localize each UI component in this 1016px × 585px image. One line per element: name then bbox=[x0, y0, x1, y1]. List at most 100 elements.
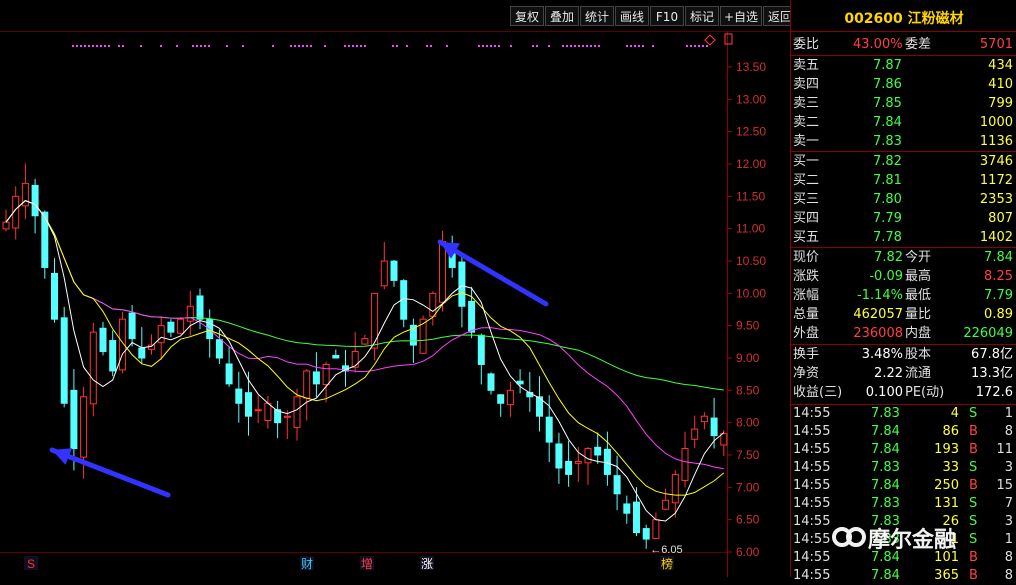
stat-row: 涨跌 -0.09 最高 8.25 bbox=[791, 267, 1016, 286]
candle-body bbox=[380, 260, 388, 287]
candle-body bbox=[623, 503, 631, 514]
sell-label: 卖四 bbox=[793, 77, 820, 92]
tick-price: 7.83 bbox=[871, 460, 900, 475]
price-tick-label: 8.00 bbox=[736, 416, 760, 430]
candle-body bbox=[215, 339, 223, 359]
event-marker-label[interactable]: 增 bbox=[361, 557, 373, 571]
weicha-label: 委差 bbox=[905, 37, 932, 52]
kline-chart[interactable]: 13.50 13.00 12.50 12.00 11.50 11.00 10.50 10.00… bbox=[0, 32, 790, 577]
event-marker-label[interactable]: S bbox=[27, 557, 35, 571]
f10-button[interactable]: F10 bbox=[650, 6, 684, 26]
stat-label: 总量 bbox=[793, 307, 820, 322]
stat-label: 最低 bbox=[905, 288, 932, 303]
candle-body bbox=[429, 292, 437, 317]
candle-body bbox=[51, 272, 58, 320]
sell-price: 7.87 bbox=[873, 58, 902, 73]
sell-label: 卖五 bbox=[793, 58, 820, 73]
tick-side: S bbox=[969, 460, 978, 475]
candle-body bbox=[89, 331, 97, 405]
weibi-row: 委比 43.00% 委差 5701 bbox=[791, 35, 1016, 54]
candle-body bbox=[293, 396, 301, 428]
mark-button[interactable]: 标记 bbox=[685, 6, 719, 26]
buy-level-row: 买三 7.80 2353 bbox=[791, 190, 1016, 209]
stat-value: 226049 bbox=[963, 326, 1013, 341]
price-tick-label: 11.00 bbox=[736, 222, 765, 236]
event-marker-label[interactable]: 榜 bbox=[661, 556, 673, 571]
tick-row: 14:55 7.84 86 B 8 bbox=[791, 423, 1016, 441]
buy-level-row: 买四 7.79 807 bbox=[791, 209, 1016, 228]
tick-side: S bbox=[969, 532, 978, 547]
price-tick-label: 12.00 bbox=[736, 157, 766, 171]
candle-body bbox=[80, 396, 88, 458]
restore-rights-button[interactable]: 复权 bbox=[510, 6, 544, 26]
event-marker-label[interactable]: 财 bbox=[301, 557, 313, 571]
price-tick-label: 10.00 bbox=[736, 286, 766, 300]
buy-volume: 1402 bbox=[979, 230, 1013, 245]
sell-label: 卖二 bbox=[793, 115, 820, 130]
tick-count: 15 bbox=[996, 478, 1013, 493]
stat-value: 7.82 bbox=[874, 250, 903, 265]
stat-label: 最高 bbox=[905, 269, 932, 284]
overlay-button[interactable]: 叠加 bbox=[545, 6, 579, 26]
buy-volume: 3746 bbox=[979, 154, 1013, 169]
fundamental-value: 172.6 bbox=[975, 385, 1013, 400]
candle-body bbox=[167, 321, 175, 333]
statistics-button[interactable]: 统计 bbox=[580, 6, 614, 26]
price-tick-label: 13.00 bbox=[736, 92, 766, 106]
tick-count: 8 bbox=[1004, 424, 1013, 439]
stat-value: 7.79 bbox=[984, 288, 1013, 303]
buy-label: 买四 bbox=[793, 211, 820, 226]
candle-body bbox=[652, 519, 660, 539]
tick-count: 7 bbox=[1004, 496, 1013, 511]
sell-price: 7.84 bbox=[873, 115, 902, 130]
candle-body bbox=[477, 334, 485, 365]
tick-volume: 4 bbox=[950, 406, 959, 421]
moer-logo-icon bbox=[832, 527, 866, 547]
tick-time: 14:55 bbox=[793, 478, 831, 493]
candle-body bbox=[642, 528, 650, 540]
sell-price: 7.86 bbox=[873, 77, 902, 92]
candle-body bbox=[574, 460, 582, 464]
candle-body bbox=[60, 317, 68, 404]
candle-body bbox=[594, 446, 602, 456]
stat-value: -1.14% bbox=[857, 288, 903, 303]
draw-line-button[interactable]: 画线 bbox=[615, 6, 649, 26]
candle-body bbox=[487, 373, 495, 391]
tick-side: S bbox=[969, 496, 978, 511]
fundamental-value: 0.100 bbox=[865, 385, 903, 400]
quote-panel: 002600 江粉磁材 委比 43.00% 委差 5701 卖五 7.87 434 卖四 7.8… bbox=[790, 0, 1016, 583]
tick-count: 8 bbox=[1004, 568, 1013, 583]
stat-value: 236008 bbox=[853, 326, 903, 341]
tick-count: 3 bbox=[1004, 514, 1013, 529]
candle-body bbox=[254, 409, 262, 412]
candle-body bbox=[565, 460, 573, 475]
tick-side: B bbox=[969, 550, 978, 565]
sell-volume: 799 bbox=[988, 96, 1013, 111]
chart-toolbar: 复权 叠加 统计 画线 F10 标记 +自选 返回 bbox=[0, 0, 797, 32]
candle-body bbox=[351, 351, 359, 368]
tick-time: 14:55 bbox=[793, 460, 831, 475]
tick-price: 7.84 bbox=[871, 478, 900, 493]
sell-price: 7.85 bbox=[873, 96, 902, 111]
add-watchlist-button[interactable]: +自选 bbox=[720, 6, 762, 26]
tick-volume: 250 bbox=[934, 478, 959, 493]
fundamental-label: 收益(三) bbox=[793, 385, 843, 400]
tick-volume: 365 bbox=[934, 568, 959, 583]
tick-time: 14:55 bbox=[793, 514, 831, 529]
sell-level-row: 卖四 7.86 410 bbox=[791, 75, 1016, 94]
kline-chart-svg[interactable]: 13.50 13.00 12.50 12.00 11.50 11.00 10.50 10.00… bbox=[0, 32, 790, 577]
candle-body bbox=[671, 473, 679, 504]
price-tick-label: 13.50 bbox=[736, 60, 766, 74]
tick-time: 14:55 bbox=[793, 568, 831, 583]
stat-row: 总量 462057 量比 0.89 bbox=[791, 305, 1016, 324]
sell-level-row: 卖一 7.83 1136 bbox=[791, 132, 1016, 151]
event-marker-label[interactable]: 涨 bbox=[421, 556, 433, 571]
candle-body bbox=[458, 261, 466, 307]
price-tick-label: 8.50 bbox=[736, 383, 760, 397]
tick-row: 14:55 7.84 193 B 11 bbox=[791, 441, 1016, 459]
candle-body bbox=[245, 392, 252, 417]
candle-body bbox=[662, 499, 670, 510]
sell-price: 7.83 bbox=[873, 134, 902, 149]
candle-body bbox=[545, 416, 553, 443]
stat-label: 涨幅 bbox=[793, 288, 820, 303]
